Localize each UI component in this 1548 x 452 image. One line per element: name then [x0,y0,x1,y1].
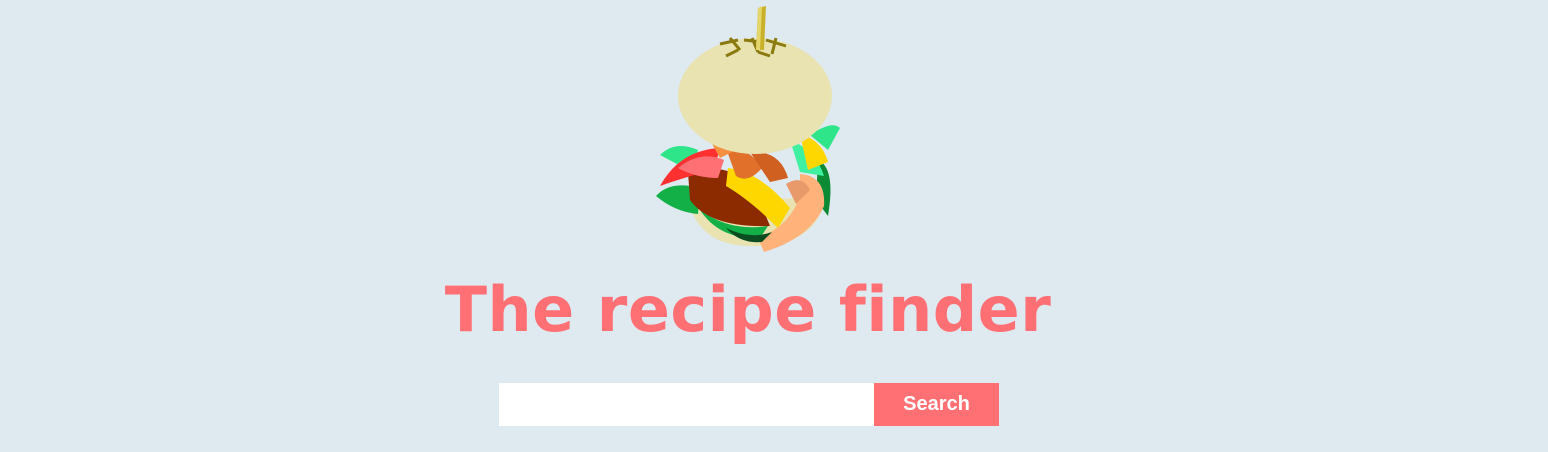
search-form: Search [499,383,999,426]
page: The recipe finder Search [0,0,1548,452]
page-title: The recipe finder [444,273,1052,346]
search-button[interactable]: Search [874,383,999,426]
search-input[interactable] [499,383,874,426]
burger-icon [656,6,840,252]
